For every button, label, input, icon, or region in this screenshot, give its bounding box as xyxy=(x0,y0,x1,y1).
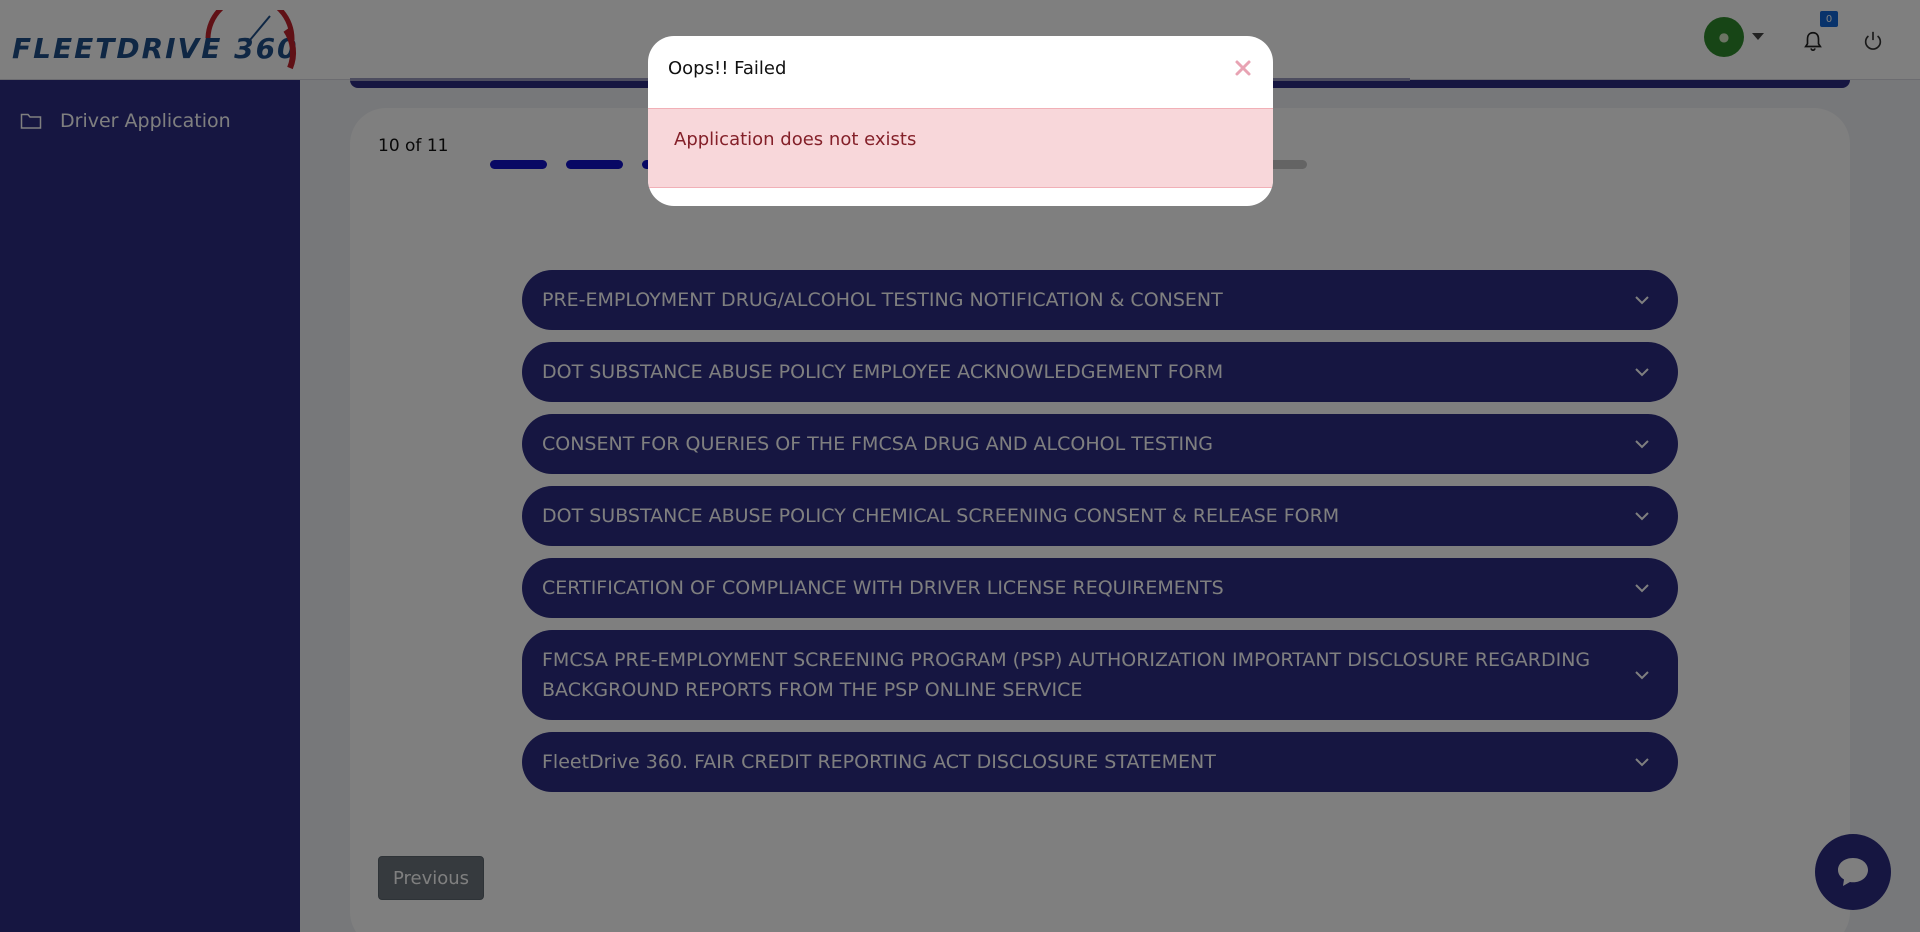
close-icon[interactable] xyxy=(1233,58,1253,78)
modal-header: Oops!! Failed xyxy=(648,36,1273,108)
error-alert: Application does not exists xyxy=(648,108,1273,188)
error-message: Application does not exists xyxy=(674,129,917,150)
error-modal: Oops!! Failed Application does not exist… xyxy=(648,36,1273,206)
modal-title: Oops!! Failed xyxy=(668,58,787,79)
